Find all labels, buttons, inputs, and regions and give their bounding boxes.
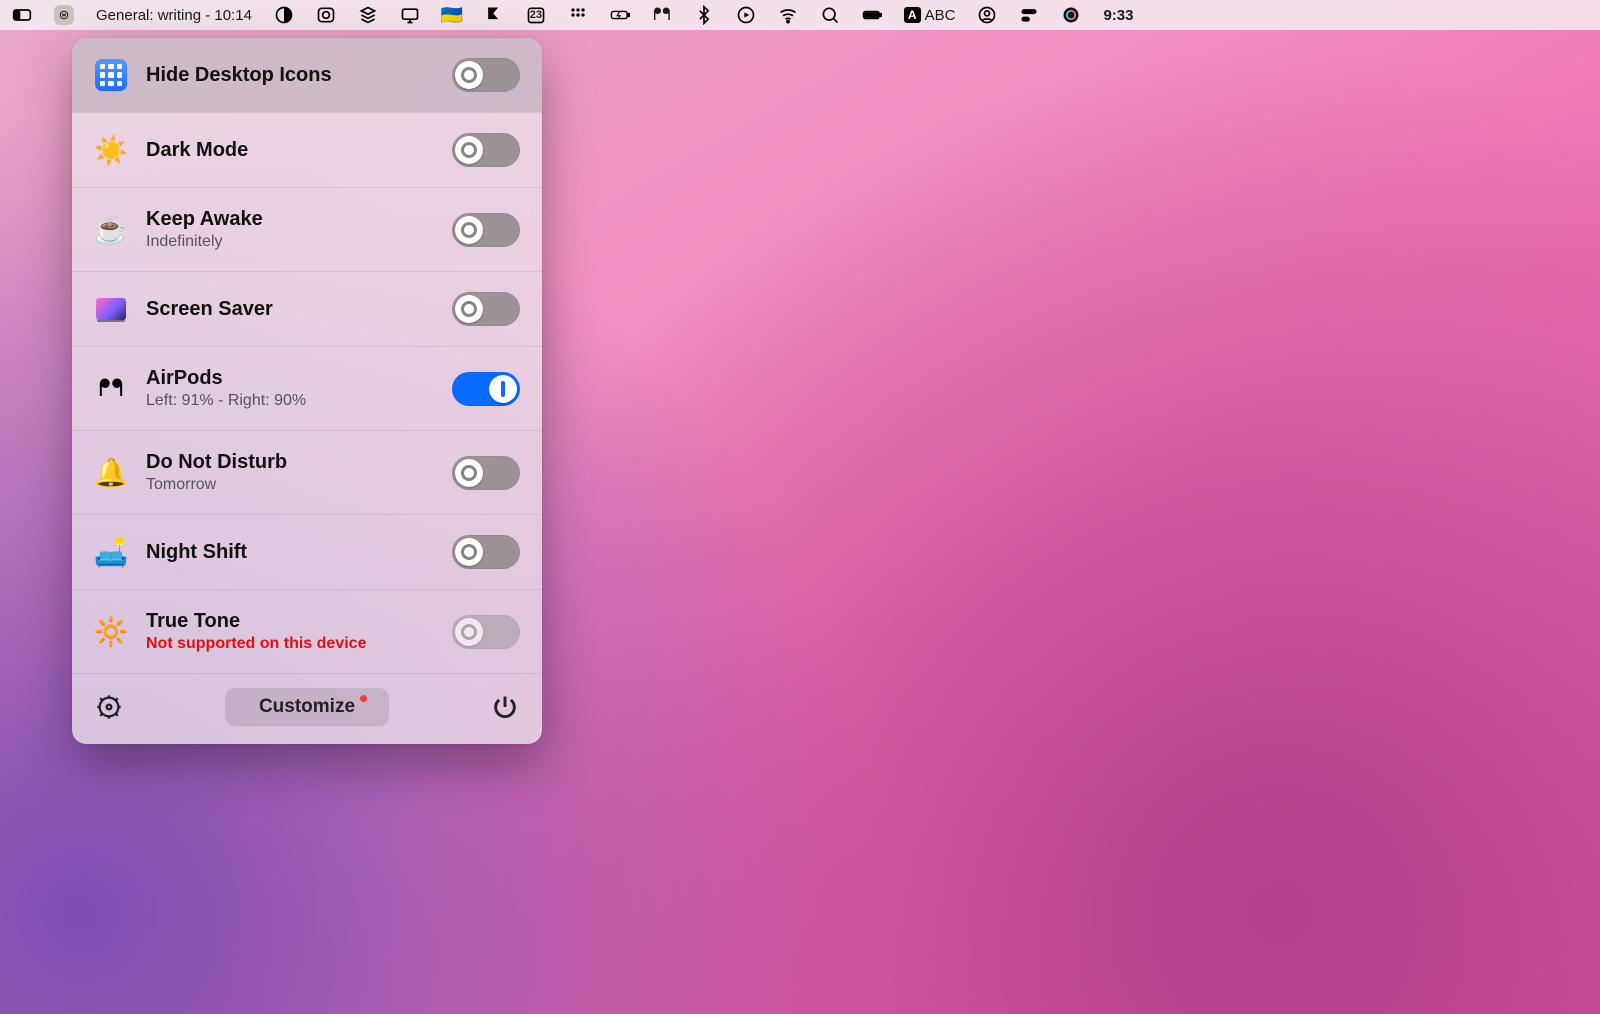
one-switch-panel: Hide Desktop Icons ☀️ Dark Mode ☕️ Keep …: [72, 38, 542, 744]
menubar-clock[interactable]: 9:33: [1103, 7, 1133, 24]
grid-dots-icon[interactable]: [568, 5, 588, 25]
siri-icon[interactable]: [1061, 5, 1081, 25]
row-subtitle: Tomorrow: [146, 476, 434, 494]
customize-button[interactable]: Customize: [225, 688, 389, 726]
toggle-keep-awake[interactable]: [452, 213, 520, 247]
power-button[interactable]: [488, 690, 522, 724]
user-icon[interactable]: [977, 5, 997, 25]
toggle-dark-mode[interactable]: [452, 133, 520, 167]
battery-charging-icon[interactable]: [610, 5, 630, 25]
notification-dot-icon: [360, 695, 367, 702]
row-title: Dark Mode: [146, 139, 434, 162]
row-title: Keep Awake: [146, 208, 434, 231]
row-do-not-disturb[interactable]: 🔔 Do Not Disturb Tomorrow: [72, 430, 542, 514]
screensaver-icon: [94, 292, 128, 326]
bookmark-icon[interactable]: [484, 5, 504, 25]
moon-phase-icon[interactable]: [274, 5, 294, 25]
row-dark-mode[interactable]: ☀️ Dark Mode: [72, 112, 542, 187]
focus-status-text[interactable]: General: writing - 10:14: [96, 7, 252, 24]
search-icon[interactable]: [820, 5, 840, 25]
toggle-screen-saver[interactable]: [452, 292, 520, 326]
row-night-shift[interactable]: 🛋️ Night Shift: [72, 514, 542, 589]
bluetooth-icon[interactable]: [694, 5, 714, 25]
row-title: AirPods: [146, 367, 434, 390]
true-tone-icon: 🔆: [94, 615, 128, 649]
row-subtitle: Not supported on this device: [146, 635, 434, 653]
lamp-icon: 🛋️: [94, 535, 128, 569]
control-center-icon[interactable]: [1019, 5, 1039, 25]
row-title: Night Shift: [146, 541, 434, 564]
one-switch-icon[interactable]: [54, 5, 74, 25]
panel-footer: Customize: [72, 673, 542, 744]
bell-icon: 🔔: [94, 456, 128, 490]
toggle-true-tone: [452, 615, 520, 649]
battery-full-icon[interactable]: [862, 5, 882, 25]
row-subtitle: Left: 91% - Right: 90%: [146, 392, 434, 410]
flag-icon[interactable]: 🇺🇦: [442, 5, 462, 25]
row-true-tone[interactable]: 🔆 True Tone Not supported on this device: [72, 589, 542, 673]
airpods-row-icon: ᖰᖳ: [94, 372, 128, 406]
row-title: Screen Saver: [146, 298, 434, 321]
row-keep-awake[interactable]: ☕️ Keep Awake Indefinitely: [72, 187, 542, 271]
airpods-icon[interactable]: ᖰᖳ: [652, 5, 672, 25]
display-icon[interactable]: [400, 5, 420, 25]
stack-icon[interactable]: [358, 5, 378, 25]
input-source-label: ABC: [925, 7, 956, 24]
input-source-icon[interactable]: A ABC: [904, 5, 956, 25]
row-subtitle: Indefinitely: [146, 233, 434, 251]
row-screen-saver[interactable]: Screen Saver: [72, 271, 542, 346]
toggle-hide-desktop-icons[interactable]: [452, 58, 520, 92]
menu-extra-1-icon[interactable]: [12, 5, 32, 25]
play-circle-icon[interactable]: [736, 5, 756, 25]
calendar-icon[interactable]: 23: [526, 5, 546, 25]
wifi-icon[interactable]: [778, 5, 798, 25]
toggle-dnd[interactable]: [452, 456, 520, 490]
toggle-night-shift[interactable]: [452, 535, 520, 569]
row-hide-desktop-icons[interactable]: Hide Desktop Icons: [72, 38, 542, 112]
row-title: Do Not Disturb: [146, 451, 434, 474]
camera-shape-icon[interactable]: [316, 5, 336, 25]
menubar: General: writing - 10:14 🇺🇦 23 ᖰᖳ: [0, 0, 1600, 30]
sun-icon: ☀️: [94, 133, 128, 167]
grid-icon: [94, 58, 128, 92]
row-title: True Tone: [146, 610, 434, 633]
row-airpods[interactable]: ᖰᖳ AirPods Left: 91% - Right: 90%: [72, 346, 542, 430]
calendar-day-label: 23: [530, 9, 542, 21]
settings-button[interactable]: [92, 690, 126, 724]
toggle-airpods[interactable]: [452, 372, 520, 406]
row-title: Hide Desktop Icons: [146, 64, 434, 87]
customize-label: Customize: [259, 696, 355, 717]
coffee-icon: ☕️: [94, 213, 128, 247]
